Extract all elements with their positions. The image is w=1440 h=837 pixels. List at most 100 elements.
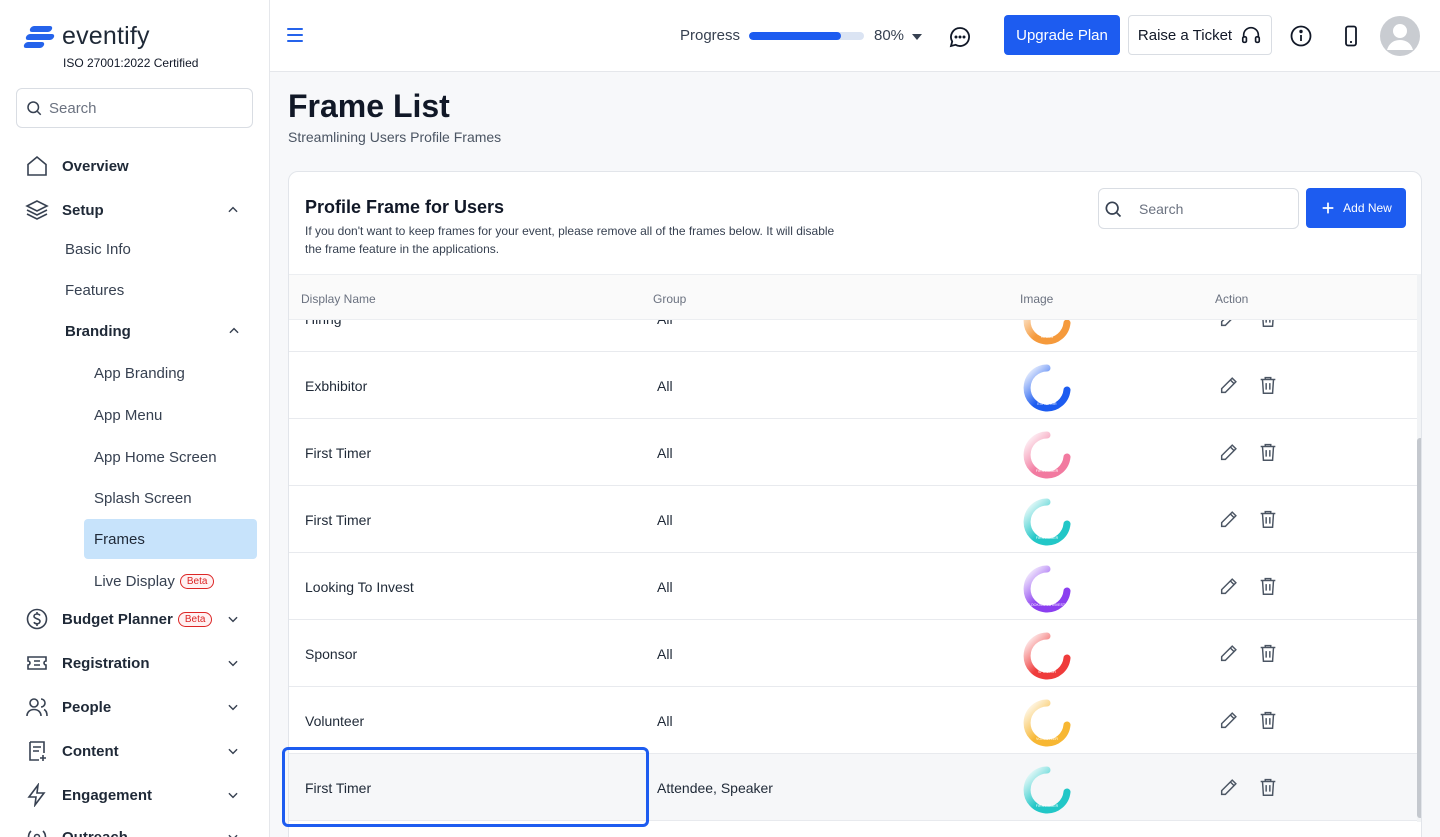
table-scrollbar[interactable]: [1417, 274, 1421, 822]
edit-pencil-icon[interactable]: [1218, 709, 1240, 731]
chat-icon[interactable]: [948, 25, 972, 49]
beta-badge: Beta: [177, 611, 213, 627]
lightning-icon: [24, 782, 50, 808]
info-icon[interactable]: [1289, 24, 1313, 48]
sidebar-item-app-menu[interactable]: App Menu: [84, 395, 257, 435]
frame-label: SPONSOR: [1038, 670, 1056, 674]
sidebar-item-label: Features: [65, 281, 125, 299]
cell-group: All: [657, 445, 673, 461]
column-header-group[interactable]: Group: [653, 292, 686, 306]
caret-down-icon[interactable]: [912, 34, 922, 40]
table-row[interactable]: First Timer Attendee, Speaker FIRST TIMER: [289, 754, 1417, 821]
sidebar-item-frames[interactable]: Frames: [84, 519, 257, 559]
trash-icon[interactable]: [1257, 320, 1279, 329]
edit-pencil-icon[interactable]: [1218, 575, 1240, 597]
avatar[interactable]: [1380, 16, 1420, 56]
table-row[interactable]: Exbhibitor All EXHIBITOR: [289, 352, 1417, 419]
sidebar-item-setup[interactable]: Setup: [0, 190, 269, 230]
progress-bar-fill: [749, 32, 841, 40]
add-new-button[interactable]: Add New: [1306, 188, 1406, 228]
edit-pencil-icon[interactable]: [1218, 374, 1240, 396]
sidebar-search[interactable]: [16, 88, 253, 128]
search-icon: [27, 101, 42, 116]
mobile-phone-icon[interactable]: [1339, 24, 1363, 48]
scrollbar-thumb[interactable]: [1417, 438, 1421, 818]
sidebar-item-app-branding[interactable]: App Branding: [84, 353, 257, 393]
sidebar-search-input[interactable]: [49, 99, 239, 117]
trash-icon[interactable]: [1257, 575, 1279, 597]
edit-pencil-icon[interactable]: [1218, 320, 1240, 329]
cell-display-name: First Timer: [305, 780, 372, 796]
sidebar-item-features[interactable]: Features: [0, 272, 269, 308]
table-row[interactable]: Hiring All HIRING: [289, 320, 1417, 352]
sidebar-item-overview[interactable]: Overview: [0, 146, 269, 186]
sidebar-item-live-display[interactable]: Live Display Beta: [84, 561, 257, 601]
frame-label: LOOKING TO INVEST: [1029, 603, 1066, 607]
cell-display-name: Sponsor: [305, 646, 358, 662]
raise-ticket-button[interactable]: Raise a Ticket: [1128, 15, 1272, 55]
ticket-icon: [24, 650, 50, 676]
frame-image: EXHIBITOR: [1023, 364, 1071, 412]
trash-icon[interactable]: [1257, 776, 1279, 798]
beta-badge: Beta: [179, 573, 215, 589]
chevron-up-icon: [225, 202, 241, 218]
sidebar-item-app-home-screen[interactable]: App Home Screen: [84, 437, 257, 477]
frames-search-input[interactable]: [1139, 200, 1279, 217]
logo[interactable]: eventify: [22, 22, 150, 51]
upgrade-plan-button[interactable]: Upgrade Plan: [1004, 15, 1120, 55]
sidebar-item-engagement[interactable]: Engagement: [0, 775, 269, 815]
cell-group: All: [657, 713, 673, 729]
table-row[interactable]: Sponsor All SPONSOR: [289, 620, 1417, 687]
sidebar-item-basic-info[interactable]: Basic Info: [0, 231, 269, 267]
sidebar-item-outreach[interactable]: Outreach: [0, 817, 269, 837]
frames-search[interactable]: [1098, 188, 1299, 229]
certification-label: ISO 27001:2022 Certified: [63, 56, 199, 70]
edit-pencil-icon[interactable]: [1218, 776, 1240, 798]
cell-display-name: Looking To Invest: [305, 579, 414, 595]
sidebar-item-label: Frames: [94, 530, 145, 548]
trash-icon[interactable]: [1257, 642, 1279, 664]
menu-icon[interactable]: [287, 28, 303, 42]
sidebar-item-splash-screen[interactable]: Splash Screen: [84, 478, 257, 518]
frame-label: EXHIBITOR: [1037, 402, 1057, 406]
cell-group: All: [657, 320, 673, 327]
sidebar-item-label: Content: [62, 742, 119, 760]
trash-icon[interactable]: [1257, 441, 1279, 463]
chevron-up-icon: [227, 323, 243, 339]
sidebar-item-budget-planner[interactable]: Budget Planner Beta: [0, 599, 269, 639]
trash-icon[interactable]: [1257, 508, 1279, 530]
table-row[interactable]: Volunteer All VOLUNTEER: [289, 687, 1417, 754]
sidebar-item-label: Overview: [62, 157, 129, 175]
sidebar-item-content[interactable]: Content: [0, 731, 269, 771]
page-title: Frame List: [288, 88, 450, 124]
brand-name: eventify: [62, 22, 150, 50]
edit-pencil-icon[interactable]: [1218, 508, 1240, 530]
chevron-down-icon: [225, 743, 241, 759]
sidebar-item-registration[interactable]: Registration: [0, 643, 269, 683]
home-icon: [24, 153, 50, 179]
trash-icon[interactable]: [1257, 709, 1279, 731]
table-body: Hiring All HIRING Exbhibitor All EXHIBITOR Fir…: [289, 320, 1417, 822]
plus-icon: [1322, 202, 1334, 214]
raise-ticket-label: Raise a Ticket: [1137, 26, 1233, 44]
table-row[interactable]: First Timer All FIRST TIMER: [289, 486, 1417, 553]
sidebar-item-label: Budget Planner: [62, 610, 173, 628]
trash-icon[interactable]: [1257, 374, 1279, 396]
edit-pencil-icon[interactable]: [1218, 441, 1240, 463]
sidebar: eventify ISO 27001:2022 Certified Overvi…: [0, 0, 270, 837]
edit-pencil-icon[interactable]: [1218, 642, 1240, 664]
column-header-image: Image: [1020, 292, 1054, 306]
cell-display-name: Volunteer: [305, 713, 365, 729]
document-add-icon: [24, 738, 50, 764]
progress-label: Progress: [680, 27, 741, 44]
sidebar-item-label: Engagement: [62, 786, 153, 804]
broadcast-icon: [24, 824, 50, 837]
sidebar-item-branding[interactable]: Branding: [0, 313, 269, 349]
sidebar-item-people[interactable]: People: [0, 687, 269, 727]
column-header-display-name[interactable]: Display Name: [301, 292, 376, 306]
table-row[interactable]: Looking To Invest All LOOKING TO INVEST: [289, 553, 1417, 620]
cell-display-name: Hiring: [305, 320, 342, 327]
progress-value: 80%: [874, 27, 905, 44]
table-header: Display Name Group Image Action: [289, 274, 1417, 320]
table-row[interactable]: First Timer All FIRST TIMER: [289, 419, 1417, 486]
